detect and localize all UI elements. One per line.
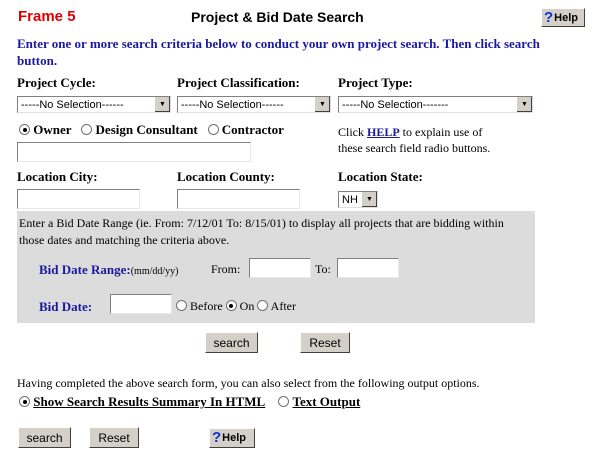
project-cycle-label: Project Cycle: xyxy=(17,75,96,90)
role-design-radio[interactable] xyxy=(81,124,93,135)
project-cycle-select[interactable]: -----No Selection------ ▼ xyxy=(17,96,171,113)
footer-search-button[interactable]: search xyxy=(18,427,71,448)
help-link[interactable]: HELP xyxy=(367,125,400,139)
role-design-label: Design Consultant xyxy=(95,122,198,137)
state-select[interactable]: NH ▼ xyxy=(338,191,378,208)
role-owner-label: Owner xyxy=(33,122,72,137)
reset-button[interactable]: Reset xyxy=(300,332,350,353)
output-options: Show Search Results Summary In HTML Text… xyxy=(19,394,360,410)
project-classification-select[interactable]: -----No Selection------ ▼ xyxy=(177,96,331,113)
project-type-value: -----No Selection------- xyxy=(342,98,449,111)
bid-range-label: Bid Date Range: xyxy=(39,262,131,277)
on-radio[interactable] xyxy=(225,300,237,311)
county-input[interactable] xyxy=(177,189,300,209)
text-output-label: Text Output xyxy=(292,394,361,409)
on-label: On xyxy=(239,299,255,313)
frame-label: Frame 5 xyxy=(18,8,76,25)
page-title: Project & Bid Date Search xyxy=(191,9,364,25)
role-name-input[interactable] xyxy=(17,142,251,162)
role-radio-group: Owner Design Consultant Contractor xyxy=(19,122,284,138)
date-format-hint: (mm/dd/yy) xyxy=(130,266,179,277)
help-note-line2: these search field radio buttons. xyxy=(338,141,491,155)
html-output-label: Show Search Results Summary In HTML xyxy=(33,394,266,409)
search-button[interactable]: search xyxy=(205,332,258,353)
state-label: Location State: xyxy=(338,169,423,184)
help-note-prefix: Click xyxy=(338,125,364,139)
before-radio[interactable] xyxy=(176,300,187,311)
project-classification-label: Project Classification: xyxy=(177,75,300,90)
after-radio[interactable] xyxy=(257,300,269,311)
chevron-down-icon: ▼ xyxy=(154,97,170,112)
from-date-input[interactable] xyxy=(249,258,311,278)
from-label: From: xyxy=(211,262,241,276)
radio-help-note: Click HELP to explain use of these searc… xyxy=(338,124,538,156)
city-input[interactable] xyxy=(17,189,140,209)
before-label: Before xyxy=(190,299,223,313)
to-date-input[interactable] xyxy=(337,258,399,278)
county-label: Location County: xyxy=(177,169,275,184)
footer-help-label: Help xyxy=(222,432,247,444)
project-classification-value: -----No Selection------ xyxy=(181,98,284,111)
to-label: To: xyxy=(315,262,331,276)
project-cycle-value: -----No Selection------ xyxy=(21,98,124,111)
chevron-down-icon: ▼ xyxy=(314,97,330,112)
html-output-radio[interactable] xyxy=(19,396,30,407)
header-help-button[interactable]: ? Help xyxy=(541,8,585,27)
project-type-label: Project Type: xyxy=(338,75,413,90)
output-description: Having completed the above search form, … xyxy=(17,376,480,390)
after-label: After xyxy=(270,299,296,313)
chevron-down-icon: ▼ xyxy=(516,97,532,112)
chevron-down-icon: ▼ xyxy=(361,192,377,207)
footer-help-button[interactable]: ? Help xyxy=(209,428,255,448)
bid-range-description: Enter a Bid Date Range (ie. From: 7/12/0… xyxy=(19,216,504,247)
text-output-radio[interactable] xyxy=(278,396,290,407)
city-label: Location City: xyxy=(17,169,98,184)
role-owner-radio[interactable] xyxy=(19,124,30,135)
help-note-suffix: to explain use of xyxy=(402,125,483,139)
state-value: NH xyxy=(342,193,358,206)
project-type-select[interactable]: -----No Selection------- ▼ xyxy=(338,96,533,113)
question-mark-icon: ? xyxy=(212,429,222,446)
instructions: Enter one or more search criteria below … xyxy=(17,36,540,68)
bid-date-label: Bid Date: xyxy=(39,299,93,314)
bid-range-row: Bid Date Range:(mm/dd/yy) xyxy=(39,262,179,278)
role-contractor-radio[interactable] xyxy=(207,124,219,135)
footer-reset-button[interactable]: Reset xyxy=(89,427,139,448)
help-button-label: Help xyxy=(554,11,579,24)
role-contractor-label: Contractor xyxy=(221,122,284,137)
question-mark-icon: ? xyxy=(544,8,554,26)
bid-date-radio-group: Before On After xyxy=(176,299,296,314)
bid-date-input[interactable] xyxy=(110,294,172,314)
